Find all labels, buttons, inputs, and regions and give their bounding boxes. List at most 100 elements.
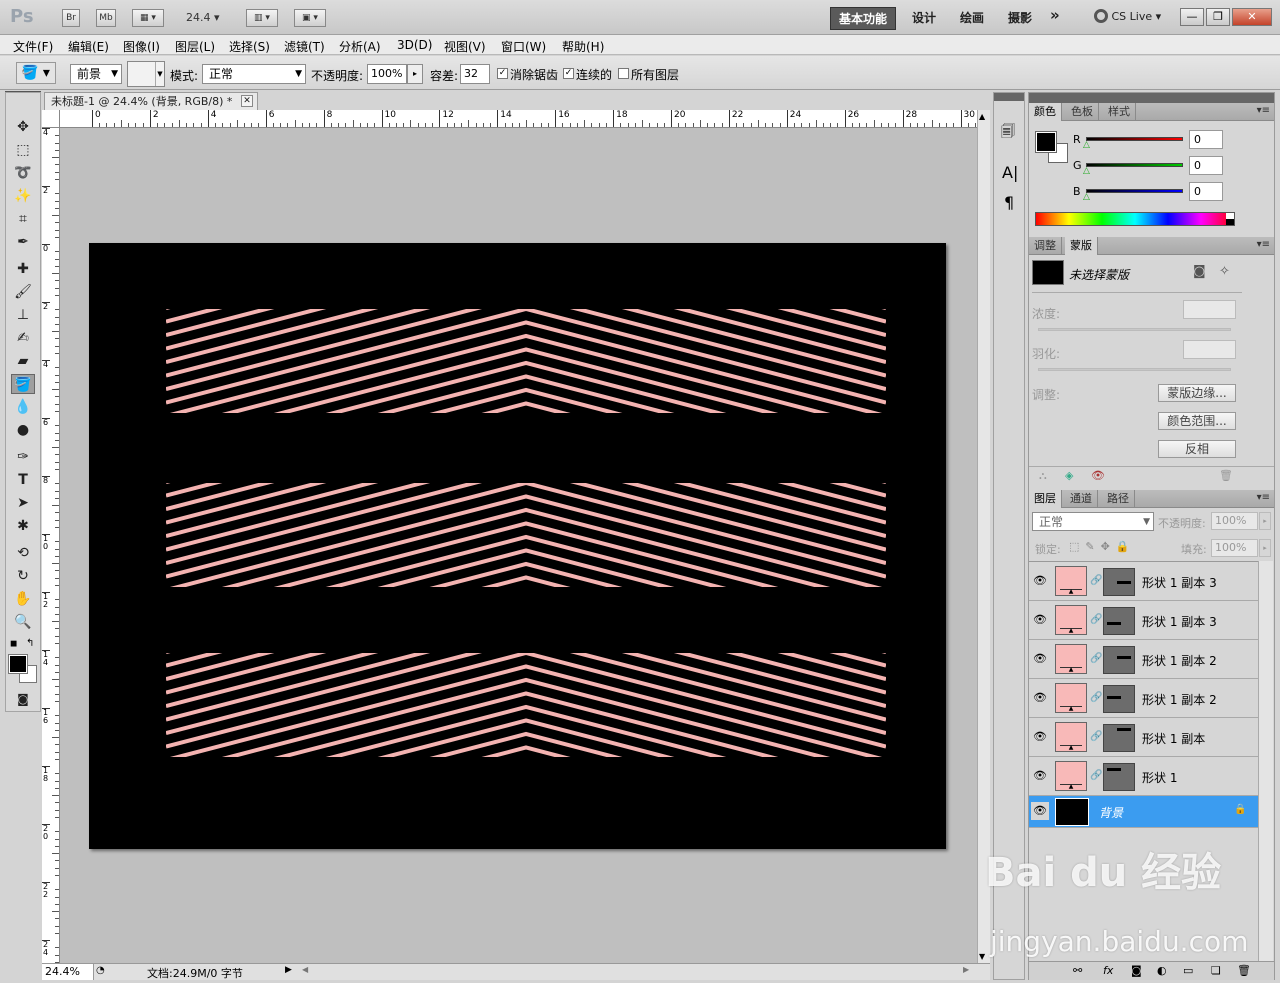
link-icon[interactable]: 🔗: [1090, 731, 1102, 742]
layer-row[interactable]: 👁 ▲ 🔗 形状 1 副本 3: [1029, 601, 1258, 640]
vector-mask-thumbnail[interactable]: [1103, 646, 1135, 674]
view-extras-button[interactable]: ▦ ▾: [132, 9, 164, 27]
link-icon[interactable]: 🔗: [1090, 692, 1102, 703]
tab-adjustments[interactable]: 调整: [1029, 237, 1062, 255]
menu-3d[interactable]: 3D(D): [397, 38, 432, 52]
menu-view[interactable]: 视图(V): [444, 38, 486, 55]
all-layers-checkbox[interactable]: [618, 68, 629, 79]
horizontal-ruler[interactable]: 0 2 4 6 8 10 12 14 16 18 20 22 24 26 28 30: [42, 110, 977, 128]
g-input[interactable]: 0: [1189, 156, 1223, 175]
blend-mode-select[interactable]: 正常 ▼: [1032, 512, 1154, 531]
lock-icons[interactable]: ⬚✎✥🔒: [1069, 540, 1136, 553]
panel-menu-icon[interactable]: ▾≡: [1257, 105, 1270, 116]
paragraph-panel-icon[interactable]: ¶: [1004, 193, 1014, 212]
close-tab-icon[interactable]: ✕: [241, 95, 253, 107]
dock-grip[interactable]: [994, 93, 1024, 101]
link-icon[interactable]: 🔗: [1090, 770, 1102, 781]
scroll-up-icon[interactable]: ▲: [979, 112, 985, 121]
eyedropper-tool-icon[interactable]: ✒: [11, 232, 35, 252]
layer-row[interactable]: 👁 ▲ 🔗 形状 1: [1029, 757, 1258, 796]
vector-mask-thumbnail[interactable]: [1103, 685, 1135, 713]
clone-stamp-tool-icon[interactable]: ⊥: [11, 305, 35, 325]
fill-source-select[interactable]: 前景 ▼: [70, 64, 122, 84]
history-brush-tool-icon[interactable]: ✍: [11, 328, 35, 348]
color-range-button[interactable]: 颜色范围...: [1158, 412, 1236, 430]
tolerance-input[interactable]: 32: [460, 64, 490, 84]
zoom-level-field[interactable]: 24.4%: [42, 964, 94, 980]
vertical-ruler[interactable]: 4 2 0 2 4 6 8 10 12 14 16 18 20 22 24: [42, 128, 60, 964]
healing-brush-tool-icon[interactable]: ✚: [11, 259, 35, 279]
slider-handle-icon[interactable]: △: [1083, 166, 1090, 176]
slider-handle-icon[interactable]: △: [1083, 192, 1090, 202]
workspace-essentials[interactable]: 基本功能: [830, 7, 897, 30]
tab-color[interactable]: 颜色: [1029, 103, 1062, 121]
3d-orbit-tool-icon[interactable]: ↻: [11, 566, 35, 586]
workspace-photography[interactable]: 摄影: [1008, 9, 1032, 26]
fill-input[interactable]: 100%: [1211, 539, 1258, 557]
layer-color-thumbnail[interactable]: ▲: [1055, 605, 1087, 635]
paint-bucket-tool-icon[interactable]: 🪣: [11, 374, 35, 394]
feather-slider[interactable]: [1038, 368, 1231, 371]
menu-file[interactable]: 文件(F): [13, 38, 53, 55]
background-thumbnail[interactable]: [1055, 798, 1089, 826]
scroll-down-icon[interactable]: ▼: [979, 952, 985, 961]
crop-tool-icon[interactable]: ⌗: [11, 209, 35, 229]
scroll-right-icon[interactable]: ▶: [963, 965, 969, 974]
menu-layer[interactable]: 图层(L): [175, 38, 215, 55]
menu-filter[interactable]: 滤镜(T): [284, 38, 325, 55]
close-button[interactable]: ✕: [1232, 8, 1272, 26]
hand-tool-icon[interactable]: ✋: [11, 589, 35, 609]
layer-color-thumbnail[interactable]: ▲: [1055, 683, 1087, 713]
apply-mask-icon[interactable]: ◈: [1065, 469, 1073, 482]
r-input[interactable]: 0: [1189, 130, 1223, 149]
eye-icon[interactable]: 👁: [1031, 611, 1049, 629]
menu-analysis[interactable]: 分析(A): [339, 38, 381, 55]
layer-row[interactable]: 👁 ▲ 🔗 形状 1 副本: [1029, 718, 1258, 757]
tab-swatches[interactable]: 色板: [1066, 103, 1099, 121]
minimize-button[interactable]: —: [1180, 8, 1204, 26]
shape-tool-icon[interactable]: ✱: [11, 516, 35, 536]
cs-live-menu[interactable]: CS Live ▾: [1094, 9, 1161, 23]
canvas[interactable]: [89, 243, 946, 849]
group-icon[interactable]: ▭: [1183, 964, 1193, 977]
fill-slider-button[interactable]: ▸: [1259, 539, 1271, 557]
layers-scrollbar[interactable]: [1258, 561, 1273, 961]
color-foreground-swatch[interactable]: [1035, 131, 1057, 153]
link-layers-icon[interactable]: ⚯: [1073, 964, 1082, 977]
eye-icon[interactable]: 👁: [1031, 728, 1049, 746]
opacity-input[interactable]: 100%: [367, 64, 407, 84]
layer-color-thumbnail[interactable]: ▲: [1055, 761, 1087, 791]
layer-row[interactable]: 👁 ▲ 🔗 形状 1 副本 2: [1029, 679, 1258, 718]
disable-mask-icon[interactable]: 👁: [1091, 469, 1105, 482]
contiguous-checkbox[interactable]: ✓: [563, 68, 574, 79]
scroll-left-icon[interactable]: ◀: [302, 965, 308, 974]
dodge-tool-icon[interactable]: ●: [11, 420, 35, 440]
mini-bridge-button[interactable]: Mb: [96, 9, 116, 27]
menu-help[interactable]: 帮助(H): [562, 38, 604, 55]
bridge-button[interactable]: Br: [62, 9, 80, 27]
panels-grip[interactable]: [1029, 93, 1274, 103]
load-selection-icon[interactable]: ⛬: [1039, 469, 1047, 483]
adjustment-layer-icon[interactable]: ◐: [1157, 964, 1167, 977]
pen-tool-icon[interactable]: ✑: [11, 447, 35, 467]
3d-rotate-tool-icon[interactable]: ⟲: [11, 543, 35, 563]
opacity-slider-button[interactable]: ▸: [1259, 512, 1271, 530]
swap-colors-icon[interactable]: ↰: [26, 638, 34, 649]
zoom-tool-icon[interactable]: 🔍: [11, 612, 35, 632]
blur-tool-icon[interactable]: 💧: [11, 397, 35, 417]
trash-icon[interactable]: 🗑: [1237, 964, 1251, 977]
trash-icon[interactable]: 🗑: [1219, 469, 1233, 482]
tab-styles[interactable]: 样式: [1103, 103, 1136, 121]
vector-mask-thumbnail[interactable]: [1103, 763, 1135, 791]
tab-paths[interactable]: 路径: [1102, 490, 1135, 508]
marquee-tool-icon[interactable]: ⬚: [11, 140, 35, 160]
move-tool-icon[interactable]: ✥: [11, 117, 35, 137]
new-layer-icon[interactable]: ❏: [1211, 964, 1221, 977]
vertical-scrollbar[interactable]: ▲ ▼: [977, 110, 990, 963]
fx-icon[interactable]: fx: [1103, 964, 1113, 977]
restore-button[interactable]: ❐: [1206, 8, 1230, 26]
default-colors-icon[interactable]: ◼: [10, 639, 17, 649]
antialias-checkbox[interactable]: ✓: [497, 68, 508, 79]
menu-image[interactable]: 图像(I): [123, 38, 160, 55]
layer-row-background[interactable]: 👁 背景 🔒: [1029, 796, 1258, 828]
